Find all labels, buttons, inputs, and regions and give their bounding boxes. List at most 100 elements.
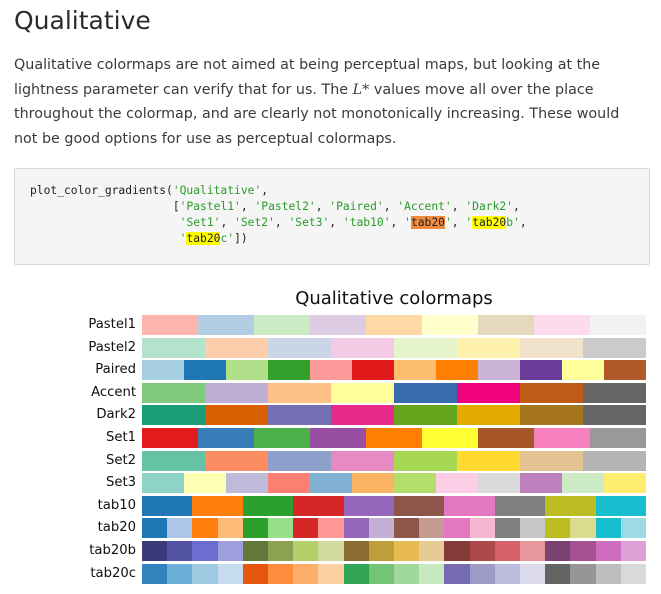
color-swatch: [205, 450, 268, 471]
color-swatch: [343, 563, 369, 584]
color-swatch: [494, 495, 546, 516]
color-swatch: [583, 337, 646, 358]
color-swatch: [167, 541, 193, 561]
color-swatch: [478, 473, 520, 494]
color-swatch: [444, 518, 470, 539]
color-swatch: [352, 473, 394, 494]
color-swatch: [478, 360, 520, 381]
color-swatch: [142, 495, 193, 516]
colormap-bar: [142, 360, 646, 381]
colormap-row: Set1: [0, 428, 661, 448]
color-swatch: [226, 473, 268, 494]
colormap-row: tab10: [0, 495, 661, 516]
intro-paragraph: Qualitative colormaps are not aimed at b…: [14, 53, 646, 151]
color-swatch: [457, 337, 520, 358]
color-swatch: [520, 382, 583, 403]
color-swatch: [142, 428, 198, 448]
colormap-bar: [142, 428, 646, 448]
color-swatch: [520, 450, 583, 471]
colormap-label: Dark2: [96, 407, 136, 423]
color-swatch: [293, 495, 344, 516]
color-swatch: [142, 450, 205, 471]
color-swatch: [217, 518, 243, 539]
color-swatch: [343, 495, 395, 516]
color-swatch: [422, 428, 478, 448]
color-swatch: [318, 518, 344, 539]
color-swatch: [368, 563, 395, 584]
color-swatch: [331, 382, 394, 403]
color-swatch: [142, 518, 168, 539]
color-swatch: [368, 518, 395, 539]
color-swatch: [242, 518, 269, 539]
colormap-row: tab20: [0, 518, 661, 539]
section-heading: Qualitative: [14, 6, 151, 35]
color-swatch: [620, 541, 647, 561]
color-swatch: [469, 518, 495, 539]
color-swatch: [583, 405, 646, 426]
color-swatch: [620, 518, 647, 539]
color-swatch: [394, 563, 420, 584]
color-swatch: [595, 518, 621, 539]
code-block[interactable]: plot_color_gradients('Qualitative', ['Pa…: [14, 168, 650, 265]
color-swatch: [494, 563, 521, 584]
highlight-tab20: tab20: [410, 216, 445, 229]
color-swatch: [520, 473, 562, 494]
color-swatch: [545, 495, 596, 516]
color-swatch: [242, 563, 269, 584]
color-swatch: [331, 337, 394, 358]
color-swatch: [520, 405, 583, 426]
color-swatch: [368, 541, 395, 561]
colormap-row: Set2: [0, 450, 661, 471]
colormap-label: Accent: [91, 384, 136, 400]
color-swatch: [394, 450, 457, 471]
color-swatch: [478, 428, 534, 448]
color-swatch: [570, 518, 596, 539]
color-swatch: [562, 473, 604, 494]
color-swatch: [595, 563, 621, 584]
color-swatch: [268, 518, 294, 539]
color-swatch: [205, 382, 268, 403]
color-swatch: [142, 563, 168, 584]
color-swatch: [184, 473, 226, 494]
color-swatch: [545, 541, 571, 561]
color-swatch: [469, 563, 495, 584]
color-swatch: [293, 563, 319, 584]
colormap-label: tab20b: [89, 543, 136, 558]
colormap-label: Set3: [105, 475, 136, 491]
colormap-bar: [142, 405, 646, 426]
color-swatch: [142, 315, 198, 335]
color-swatch: [366, 428, 422, 448]
color-swatch: [394, 518, 420, 539]
colormap-row: Pastel2: [0, 337, 661, 358]
color-swatch: [520, 337, 583, 358]
colormap-label: Pastel2: [88, 339, 136, 355]
color-swatch: [310, 360, 352, 381]
color-swatch: [254, 315, 310, 335]
colormap-row: Paired: [0, 360, 661, 381]
color-swatch: [268, 405, 331, 426]
color-swatch: [318, 541, 344, 561]
color-swatch: [254, 428, 310, 448]
color-swatch: [142, 382, 205, 403]
color-swatch: [534, 315, 590, 335]
color-swatch: [494, 541, 521, 561]
color-swatch: [436, 473, 478, 494]
color-swatch: [192, 495, 243, 516]
color-swatch: [394, 405, 457, 426]
color-swatch: [478, 315, 534, 335]
color-swatch: [167, 518, 193, 539]
color-swatch: [457, 450, 520, 471]
color-swatch: [331, 450, 394, 471]
colormap-row: tab20b: [0, 541, 661, 561]
colormap-row: Dark2: [0, 405, 661, 426]
color-swatch: [310, 315, 366, 335]
color-swatch: [167, 563, 193, 584]
color-swatch: [545, 563, 571, 584]
color-swatch: [436, 360, 478, 381]
colormap-label: tab20: [97, 520, 136, 536]
colormap-bar: [142, 563, 647, 584]
colormap-label: Pastel1: [88, 317, 136, 332]
colormap-row: tab20c: [0, 563, 661, 584]
color-swatch: [419, 541, 445, 561]
color-swatch: [545, 518, 571, 539]
